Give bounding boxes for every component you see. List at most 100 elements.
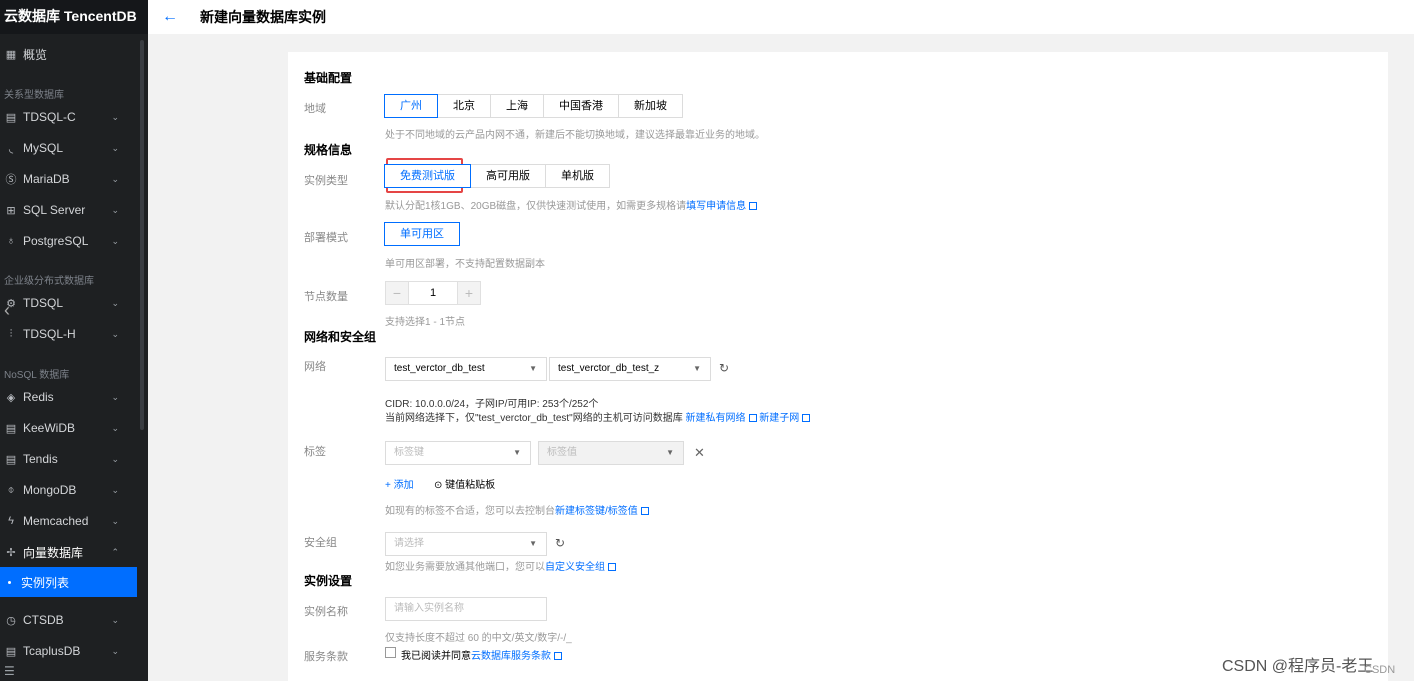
vector-icon: ✢ (6, 546, 16, 559)
caret-down-icon: ▼ (693, 364, 701, 373)
chevron-down-icon: ⌄ (111, 645, 119, 656)
mongodb-icon: ⌽ (7, 483, 15, 496)
instance-type-hint: 默认分配1核1GB、20GB磁盘，仅供快速测试使用，如需更多规格请填写申请信息 (385, 197, 758, 212)
memcached-icon: ϟ (8, 515, 14, 527)
chevron-down-icon: ⌄ (111, 515, 119, 526)
chevron-down-icon: ⌄ (111, 391, 119, 402)
sidebar-item-instance-list[interactable]: 实例列表 (0, 567, 137, 597)
vpc-select[interactable]: test_verctor_db_test ▼ (385, 357, 547, 381)
mysql-icon: ◟ (8, 142, 14, 155)
instance-type-hint-text: 默认分配1核1GB、20GB磁盘，仅供快速测试使用，如需更多规格请 (385, 201, 687, 212)
sidebar-item-ctsdb[interactable]: ◷ CTSDB ⌄ (0, 605, 137, 635)
sidebar-item-label: 向量数据库 (23, 545, 84, 560)
custom-security-group-link[interactable]: 自定义安全组 (545, 562, 605, 573)
keewidb-icon: ▤ (5, 422, 17, 435)
sidebar-item-memcached[interactable]: ϟ Memcached ⌄ (0, 506, 137, 536)
back-arrow-icon[interactable]: ← (162, 8, 178, 26)
sidebar-item-label: PostgreSQL (23, 234, 89, 248)
external-link-icon (748, 414, 757, 422)
caret-down-icon: ▼ (666, 448, 674, 457)
collapse-sidebar-icon[interactable]: ‹ (4, 300, 10, 321)
page-header: ← 新建向量数据库实例 (148, 0, 1414, 34)
vpc-select-value: test_verctor_db_test (394, 363, 485, 374)
new-tag-link[interactable]: 新建标签键/标签值 (555, 506, 638, 517)
sidebar-item-tcaplusdb[interactable]: ▤ TcaplusDB ⌄ (0, 636, 137, 666)
paste-board-label: 键值粘贴板 (445, 480, 496, 491)
instance-name-input[interactable]: 请输入实例名称 (385, 597, 547, 621)
increment-button[interactable]: + (457, 281, 481, 305)
watermark-faint: CSDN (1364, 664, 1396, 676)
section-spec: 规格信息 (304, 143, 353, 157)
security-group-placeholder: 请选择 (394, 538, 424, 549)
external-link-icon (802, 414, 811, 422)
sidebar-item-mysql[interactable]: ◟ MySQL ⌄ (0, 133, 137, 163)
tcaplusdb-icon: ▤ (5, 645, 17, 658)
external-link-icon (608, 563, 616, 571)
sidebar-group-relational: 关系型数据库 (4, 90, 64, 101)
sidebar-item-postgresql[interactable]: ♁ PostgreSQL ⌄ (0, 226, 137, 256)
decrement-button[interactable]: − (385, 281, 409, 305)
subnet-select[interactable]: test_verctor_db_test_z ▼ (549, 357, 711, 381)
sidebar-item-tendis[interactable]: ▤ Tendis ⌄ (0, 444, 137, 474)
terms-link[interactable]: 云数据库服务条款 (471, 651, 551, 662)
sidebar-item-label: SQL Server (23, 203, 86, 217)
deploy-mode-hint: 单可用区部署，不支持配置数据副本 (385, 259, 545, 270)
deploy-mode-single-az[interactable]: 单可用区 (384, 222, 460, 246)
chevron-down-icon: ⌄ (111, 422, 119, 433)
tag-key-select[interactable]: 标签键 ▼ (385, 441, 531, 465)
instance-type-free-test[interactable]: 免费测试版 (384, 164, 471, 188)
node-count-label: 节点数量 (304, 291, 348, 303)
region-option-beijing[interactable]: 北京 (437, 94, 491, 118)
terms-text: 我已阅读并同意 (401, 651, 471, 662)
security-group-hint: 如您业务需要放通其他端口，您可以自定义安全组 (385, 558, 616, 573)
terms-agreement: 我已阅读并同意云数据库服务条款 (401, 647, 562, 662)
add-tag-link[interactable]: + 添加 (385, 476, 414, 491)
deploy-mode-selector: 单可用区 (384, 222, 460, 246)
create-instance-form: 基础配置 地域 广州 北京 上海 中国香港 新加坡 处于不同地域的云产品内网不通… (288, 52, 1388, 681)
sidebar-item-tdsql[interactable]: ⚙ TDSQL ⌄ (0, 288, 137, 318)
sidebar-item-mariadb[interactable]: Ⓢ MariaDB ⌄ (0, 164, 137, 194)
sidebar-item-sqlserver[interactable]: ⊞ SQL Server ⌄ (0, 195, 137, 225)
region-option-guangzhou[interactable]: 广州 (384, 94, 438, 118)
sidebar-item-mongodb[interactable]: ⌽ MongoDB ⌄ (0, 475, 137, 505)
node-count-value[interactable]: 1 (409, 281, 457, 305)
sidebar-item-label: MongoDB (23, 483, 77, 497)
menu-icon[interactable]: ☰ (4, 664, 15, 678)
chevron-down-icon: ⌄ (111, 297, 119, 308)
instance-type-single-node[interactable]: 单机版 (545, 164, 610, 188)
apply-info-link[interactable]: 填写申请信息 (686, 201, 746, 212)
chevron-down-icon: ⌄ (111, 614, 119, 625)
region-option-singapore[interactable]: 新加坡 (618, 94, 683, 118)
terms-label: 服务条款 (304, 651, 348, 663)
sidebar-item-overview[interactable]: ▦ 概览 (0, 39, 137, 69)
refresh-security-icon[interactable]: ↻ (555, 536, 565, 550)
terms-checkbox[interactable] (385, 647, 396, 658)
region-option-hongkong[interactable]: 中国香港 (543, 94, 619, 118)
mariadb-icon: Ⓢ (5, 174, 17, 186)
tag-value-select[interactable]: 标签值 ▼ (538, 441, 684, 465)
remove-tag-icon[interactable]: ✕ (694, 445, 705, 461)
sidebar-item-label: MySQL (23, 141, 64, 155)
instance-name-hint: 仅支持长度不超过 60 的中文/英文/数字/-/_ (385, 633, 572, 644)
new-subnet-link[interactable]: 新建子网 (759, 413, 799, 424)
security-group-select[interactable]: 请选择 ▼ (385, 532, 547, 556)
sidebar-item-label: TcaplusDB (23, 644, 81, 658)
new-vpc-link[interactable]: 新建私有网络 (686, 413, 746, 424)
paste-board-link[interactable]: ⊙ 键值粘贴板 (434, 476, 495, 491)
node-count-hint: 支持选择1 - 1节点 (385, 317, 466, 328)
sidebar-item-redis[interactable]: ◈ Redis ⌄ (0, 382, 137, 412)
sidebar-item-vectordb[interactable]: ✢ 向量数据库 ⌃ (0, 537, 137, 567)
refresh-network-icon[interactable]: ↻ (719, 361, 729, 375)
caret-down-icon: ▼ (529, 539, 537, 548)
sidebar-item-label: KeeWiDB (23, 421, 76, 435)
cidr-info: CIDR: 10.0.0.0/24，子网IP/可用IP: 253个/252个 (385, 399, 599, 410)
instance-type-high-availability[interactable]: 高可用版 (470, 164, 546, 188)
chevron-up-icon: ⌃ (111, 546, 119, 557)
sidebar-item-tdsqlh[interactable]: ⫶ TDSQL-H ⌄ (0, 319, 137, 349)
sidebar-item-keewidb[interactable]: ▤ KeeWiDB ⌄ (0, 413, 137, 443)
sidebar-item-label: Memcached (23, 514, 89, 528)
region-option-shanghai[interactable]: 上海 (490, 94, 544, 118)
sidebar-scrollbar[interactable] (140, 40, 144, 430)
sidebar-item-tdsqlc[interactable]: ▤ TDSQL-C ⌄ (0, 102, 137, 132)
page-title: 新建向量数据库实例 (200, 9, 326, 25)
